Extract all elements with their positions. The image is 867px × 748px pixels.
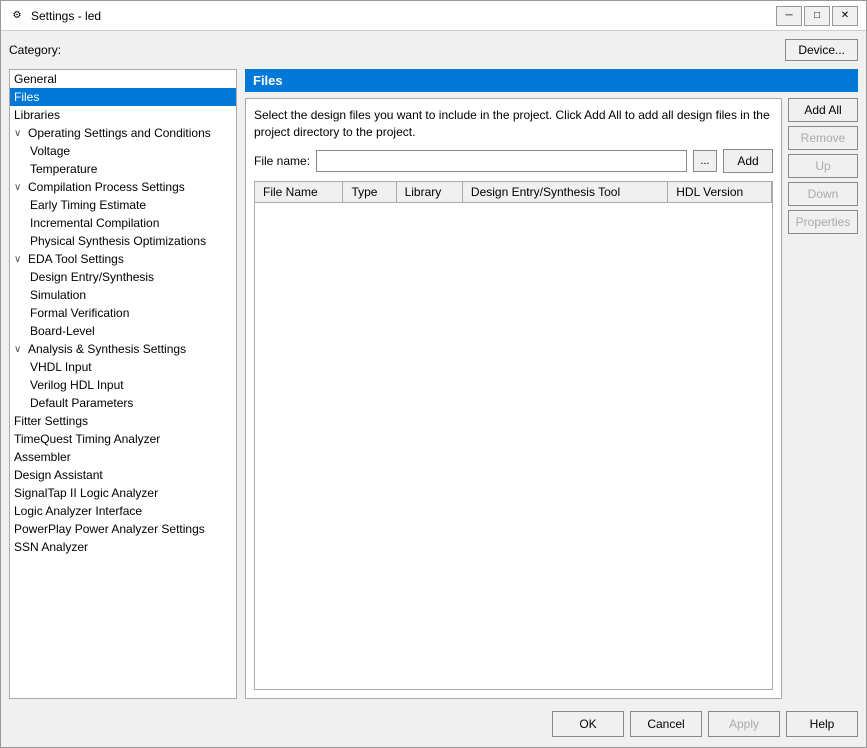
sidebar-item-powerplay[interactable]: PowerPlay Power Analyzer Settings (10, 520, 236, 538)
apply-button[interactable]: Apply (708, 711, 780, 737)
sidebar-item-label-operating-settings: Operating Settings and Conditions (28, 126, 211, 140)
close-button[interactable]: ✕ (832, 6, 858, 26)
help-button[interactable]: Help (786, 711, 858, 737)
sidebar-item-label-voltage: Voltage (30, 144, 70, 158)
sidebar-item-label-incremental: Incremental Compilation (30, 216, 159, 230)
sidebar-item-label-formal-verification: Formal Verification (30, 306, 129, 320)
window-title: Settings - led (31, 9, 776, 23)
content-area: Category: Device... General Files Librarie… (1, 31, 866, 747)
sidebar-item-files[interactable]: Files (10, 88, 236, 106)
window-controls: ─ □ ✕ (776, 6, 858, 26)
remove-button[interactable]: Remove (788, 126, 858, 150)
device-button[interactable]: Device... (785, 39, 858, 61)
down-button[interactable]: Down (788, 182, 858, 206)
sidebar-item-board-level[interactable]: Board-Level (10, 322, 236, 340)
panel-description: Select the design files you want to incl… (254, 107, 773, 141)
file-table: File Name Type Library Design Entry/Synt… (255, 182, 772, 203)
col-type: Type (343, 182, 396, 203)
sidebar-item-physical-synthesis[interactable]: Physical Synthesis Optimizations (10, 232, 236, 250)
app-icon: ⚙ (9, 8, 25, 24)
add-button[interactable]: Add (723, 149, 773, 173)
sidebar-item-logic-analyzer[interactable]: Logic Analyzer Interface (10, 502, 236, 520)
maximize-button[interactable]: □ (804, 6, 830, 26)
action-buttons: Add All Remove Up Down Properties (788, 98, 858, 699)
sidebar-item-verilog-hdl[interactable]: Verilog HDL Input (10, 376, 236, 394)
top-row: Category: Device... (9, 39, 858, 61)
sidebar-item-timequest[interactable]: TimeQuest Timing Analyzer (10, 430, 236, 448)
sidebar-item-design-entry[interactable]: Design Entry/Synthesis (10, 268, 236, 286)
sidebar-item-label-verilog-hdl: Verilog HDL Input (30, 378, 124, 392)
main-window: ⚙ Settings - led ─ □ ✕ Category: Device.… (0, 0, 867, 748)
sidebar-item-formal-verification[interactable]: Formal Verification (10, 304, 236, 322)
sidebar-item-label-compilation-process: Compilation Process Settings (28, 180, 185, 194)
title-bar: ⚙ Settings - led ─ □ ✕ (1, 1, 866, 31)
sidebar-item-label-powerplay: PowerPlay Power Analyzer Settings (14, 522, 205, 536)
sidebar-item-label-timequest: TimeQuest Timing Analyzer (14, 432, 160, 446)
table-header-row: File Name Type Library Design Entry/Synt… (255, 182, 772, 203)
sidebar-item-label-libraries: Libraries (14, 108, 60, 122)
sidebar-item-assembler[interactable]: Assembler (10, 448, 236, 466)
sidebar-item-analysis-synthesis[interactable]: ∨Analysis & Synthesis Settings (10, 340, 236, 358)
sidebar-item-early-timing[interactable]: Early Timing Estimate (10, 196, 236, 214)
sidebar-item-libraries[interactable]: Libraries (10, 106, 236, 124)
main-row: General Files Libraries ∨Operating Settings… (9, 69, 858, 699)
sidebar-item-operating-settings[interactable]: ∨Operating Settings and Conditions (10, 124, 236, 142)
file-name-input[interactable] (316, 150, 687, 172)
sidebar-item-label-assembler: Assembler (14, 450, 71, 464)
sidebar-item-simulation[interactable]: Simulation (10, 286, 236, 304)
col-hdl-version: HDL Version (668, 182, 772, 203)
sidebar-item-label-fitter: Fitter Settings (14, 414, 88, 428)
panel-body: Select the design files you want to incl… (245, 98, 782, 699)
sidebar-item-label-board-level: Board-Level (30, 324, 95, 338)
category-sidebar: General Files Libraries ∨Operating Settings… (9, 69, 237, 699)
sidebar-item-label-vhdl-input: VHDL Input (30, 360, 92, 374)
sidebar-item-label-simulation: Simulation (30, 288, 86, 302)
sidebar-item-vhdl-input[interactable]: VHDL Input (10, 358, 236, 376)
sidebar-item-label-early-timing: Early Timing Estimate (30, 198, 146, 212)
sidebar-item-design-assistant[interactable]: Design Assistant (10, 466, 236, 484)
minimize-button[interactable]: ─ (776, 6, 802, 26)
sidebar-item-voltage[interactable]: Voltage (10, 142, 236, 160)
sidebar-item-label-analysis-synthesis: Analysis & Synthesis Settings (28, 342, 186, 356)
file-name-row: File name: ... Add (254, 149, 773, 173)
sidebar-item-label-general: General (14, 72, 57, 86)
sidebar-item-label-signaltap: SignalTap II Logic Analyzer (14, 486, 158, 500)
panel-header: Files (245, 69, 858, 92)
sidebar-item-compilation-process[interactable]: ∨Compilation Process Settings (10, 178, 236, 196)
sidebar-item-label-design-assistant: Design Assistant (14, 468, 103, 482)
sidebar-item-general[interactable]: General (10, 70, 236, 88)
ok-button[interactable]: OK (552, 711, 624, 737)
browse-button[interactable]: ... (693, 150, 717, 172)
cancel-button[interactable]: Cancel (630, 711, 702, 737)
sidebar-item-label-eda-tool: EDA Tool Settings (28, 252, 124, 266)
sidebar-item-temperature[interactable]: Temperature (10, 160, 236, 178)
sidebar-item-eda-tool[interactable]: ∨EDA Tool Settings (10, 250, 236, 268)
sidebar-item-label-ssn: SSN Analyzer (14, 540, 88, 554)
up-button[interactable]: Up (788, 154, 858, 178)
category-label: Category: (9, 43, 61, 57)
sidebar-item-ssn[interactable]: SSN Analyzer (10, 538, 236, 556)
col-file-name: File Name (255, 182, 343, 203)
sidebar-item-label-logic-analyzer: Logic Analyzer Interface (14, 504, 142, 518)
col-design-entry: Design Entry/Synthesis Tool (462, 182, 667, 203)
sidebar-item-label-default-params: Default Parameters (30, 396, 133, 410)
bottom-bar: OK Cancel Apply Help (9, 707, 858, 739)
sidebar-item-fitter[interactable]: Fitter Settings (10, 412, 236, 430)
file-table-area: File Name Type Library Design Entry/Synt… (254, 181, 773, 690)
file-name-label: File name: (254, 154, 310, 168)
properties-button[interactable]: Properties (788, 210, 858, 234)
sidebar-item-default-params[interactable]: Default Parameters (10, 394, 236, 412)
sidebar-item-label-physical-synthesis: Physical Synthesis Optimizations (30, 234, 206, 248)
main-panel: Files Select the design files you want t… (245, 69, 858, 699)
sidebar-item-label-files: Files (14, 90, 39, 104)
add-all-button[interactable]: Add All (788, 98, 858, 122)
sidebar-item-label-design-entry: Design Entry/Synthesis (30, 270, 154, 284)
sidebar-item-incremental[interactable]: Incremental Compilation (10, 214, 236, 232)
sidebar-item-label-temperature: Temperature (30, 162, 97, 176)
sidebar-item-signaltap[interactable]: SignalTap II Logic Analyzer (10, 484, 236, 502)
col-library: Library (396, 182, 462, 203)
